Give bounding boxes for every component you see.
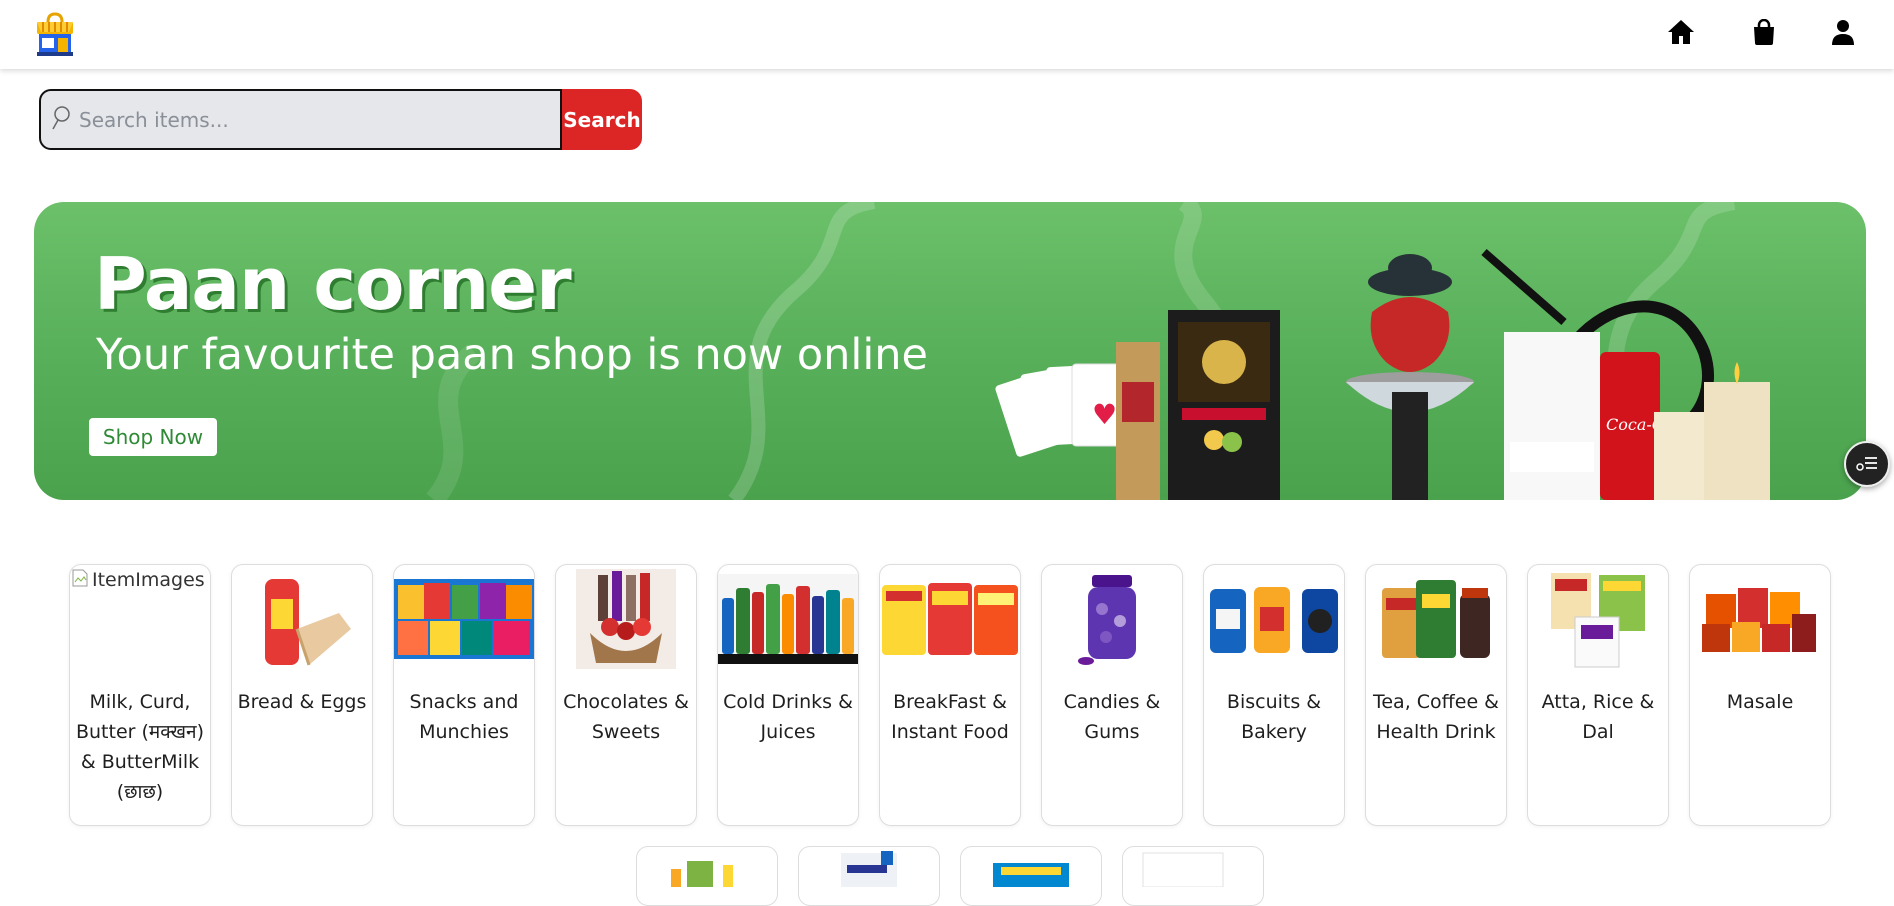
- category-card-masale[interactable]: Masale: [1689, 564, 1831, 826]
- category-label: Bread & Eggs: [237, 691, 367, 713]
- top-navbar: [0, 0, 1894, 69]
- search-icon: [51, 105, 71, 135]
- user-icon[interactable]: [1827, 16, 1859, 48]
- search-button[interactable]: Search: [562, 89, 642, 150]
- category-label: Atta, Rice & Dal: [1541, 691, 1655, 743]
- shopping-bag-icon[interactable]: [1748, 16, 1780, 48]
- broken-image-placeholder: ItemImages: [72, 569, 205, 591]
- category-card-row2-2[interactable]: [798, 846, 940, 906]
- playing-cards-icon: ♥: [995, 363, 1127, 457]
- search-input[interactable]: [79, 107, 539, 132]
- category-image: [1042, 569, 1182, 669]
- category-image: [394, 569, 534, 669]
- category-label: BreakFast & Instant Food: [891, 691, 1009, 743]
- category-card-row2-4[interactable]: [1122, 846, 1264, 906]
- category-image: [1142, 852, 1224, 888]
- broken-image-icon: [72, 569, 88, 587]
- category-label: Biscuits & Bakery: [1226, 691, 1322, 743]
- category-card-snacks[interactable]: Snacks and Munchies: [393, 564, 535, 826]
- category-image: [841, 851, 897, 887]
- category-label: Cold Drinks & Juices: [723, 691, 853, 743]
- home-icon[interactable]: [1665, 16, 1697, 48]
- banner-subtitle: Your favourite paan shop is now online: [96, 330, 928, 380]
- category-image: [718, 569, 858, 669]
- category-image: [556, 569, 696, 669]
- category-label: Snacks and Munchies: [409, 691, 519, 743]
- shop-now-button[interactable]: Shop Now: [89, 418, 217, 456]
- category-card-cold-drinks[interactable]: Cold Drinks & Juices: [717, 564, 859, 826]
- category-label: Masale: [1726, 691, 1794, 713]
- category-label: Milk, Curd, Butter (मक्खन) & ButterMilk …: [75, 691, 205, 803]
- category-label: Tea, Coffee & Health Drink: [1372, 691, 1499, 743]
- category-label: Chocolates & Sweets: [563, 691, 689, 743]
- category-card-atta-rice[interactable]: Atta, Rice & Dal: [1527, 564, 1669, 826]
- filter-list-button[interactable]: [1844, 441, 1890, 487]
- category-card-bread-eggs[interactable]: Bread & Eggs: [231, 564, 373, 826]
- category-image: [1204, 569, 1344, 669]
- category-card-biscuits[interactable]: Biscuits & Bakery: [1203, 564, 1345, 826]
- category-card-candies[interactable]: Candies & Gums: [1041, 564, 1183, 826]
- category-image: [1366, 569, 1506, 669]
- shop-logo[interactable]: [34, 12, 76, 56]
- category-card-dairy[interactable]: ItemImages Milk, Curd, Butter (मक्खन) & …: [69, 564, 211, 826]
- category-card-breakfast[interactable]: BreakFast & Instant Food: [879, 564, 1021, 826]
- category-image: [232, 569, 372, 669]
- category-image: [1528, 569, 1668, 669]
- category-card-tea-coffee[interactable]: Tea, Coffee & Health Drink: [1365, 564, 1507, 826]
- category-card-row2-3[interactable]: [960, 846, 1102, 906]
- category-card-chocolates[interactable]: Chocolates & Sweets: [555, 564, 697, 826]
- search-bar: Search: [39, 89, 642, 150]
- category-image: [993, 863, 1069, 887]
- search-field[interactable]: [39, 89, 562, 150]
- category-image: [880, 569, 1020, 669]
- paan-products-illustration: ♥ Coca-Cola: [995, 248, 1770, 500]
- category-card-row2-1[interactable]: [636, 846, 778, 906]
- list-filter-icon: [1856, 457, 1877, 471]
- promo-banner[interactable]: Paan corner Your favourite paan shop is …: [34, 202, 1866, 500]
- category-label: Candies & Gums: [1063, 691, 1161, 743]
- svg-text:♥: ♥: [1092, 398, 1117, 431]
- category-image: [1690, 569, 1830, 669]
- banner-title: Paan corner: [94, 242, 572, 326]
- category-image: [671, 861, 733, 887]
